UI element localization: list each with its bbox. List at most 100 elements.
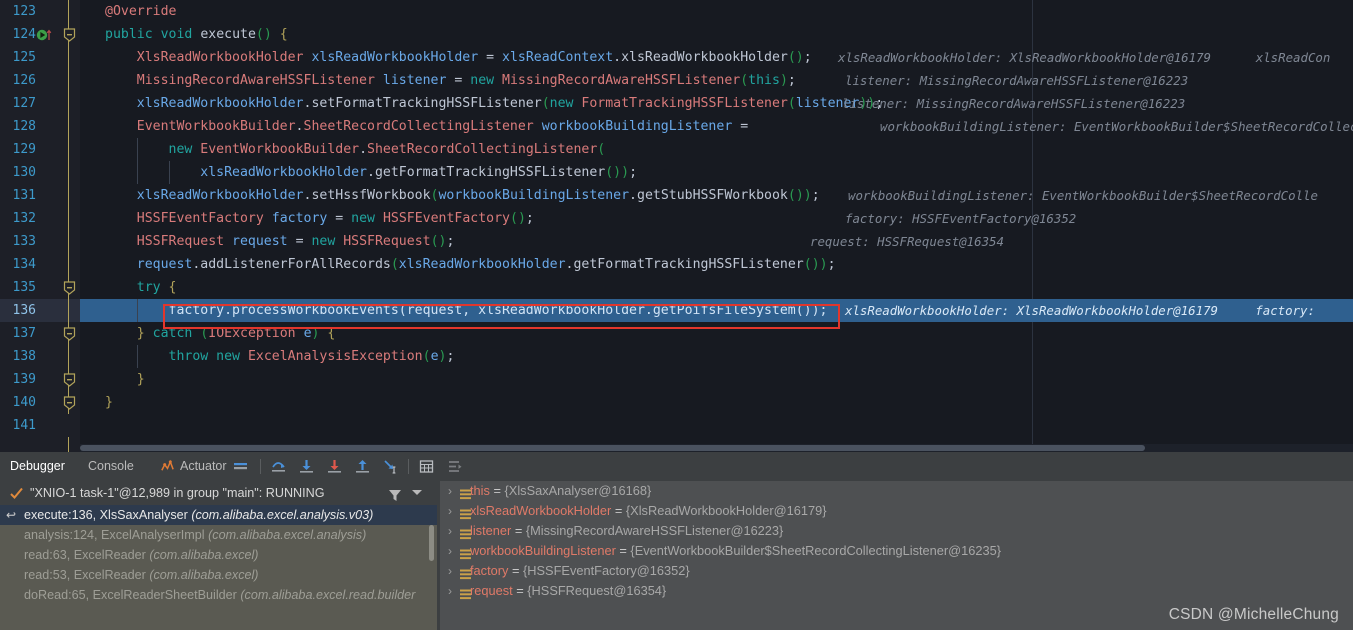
frame-list-item[interactable]: read:53, ExcelReader (com.alibaba.excel) [0,565,437,585]
code-line[interactable]: 135 try { [0,276,1353,299]
code-line[interactable]: 133 HSSFRequest request = new HSSFRequest… [0,230,1353,253]
chevron-right-icon[interactable]: › [448,541,452,561]
code-line[interactable]: 137} catch (IOException e) { [0,322,1353,345]
line-number: 129 [12,142,36,157]
editor-horizontal-scrollbar[interactable] [80,444,1353,452]
fold-collapse-icon[interactable] [63,396,76,410]
tab-actuator[interactable]: Actuator [180,452,227,481]
chevron-right-icon[interactable]: › [448,561,452,581]
variables-list[interactable]: › this = {XlsSaxAnalyser@16168} › xlsReadWo… [440,481,1353,601]
run-to-cursor-icon[interactable] [382,458,399,475]
code-line[interactable]: 131 xlsReadWorkbookHolder.setHssfWorkbook… [0,184,1353,207]
inline-debug-hint: request: HSSFRequest@16354 [810,234,1004,249]
show-execution-point-icon[interactable] [232,458,249,475]
code-text[interactable]: xlsReadWorkbookHolder.getFormatTrackingH… [200,161,637,184]
line-number: 125 [12,50,36,65]
chevron-right-icon[interactable]: › [448,581,452,601]
code-line[interactable]: 140} [0,391,1353,414]
code-text[interactable]: request.addListenerForAllRecords(xlsRead… [137,253,836,276]
code-line[interactable]: 130 xlsReadWorkbookHolder.getFormatTracki… [0,161,1353,184]
code-line[interactable]: 132 HSSFEventFactory factory = new HSSFEv… [0,207,1353,230]
frame-package: (com.alibaba.excel.analysis) [208,528,367,542]
object-value-icon [460,586,471,600]
code-text[interactable]: xlsReadWorkbookHolder.setFormatTrackingH… [137,92,883,115]
variable-row[interactable]: › listener = {MissingRecordAwareHSSFListe… [440,521,1353,541]
frame-list-item[interactable]: analysis:124, ExcelAnalyserImpl (com.ali… [0,525,437,545]
chevron-right-icon[interactable]: › [448,481,452,501]
code-text[interactable]: @Override [105,0,176,23]
funnel-icon[interactable] [388,486,402,501]
chevron-right-icon[interactable]: › [448,501,452,521]
code-line[interactable]: 123 @Override [0,0,1353,23]
indent-guide [168,161,170,184]
frames-scrollbar-thumb[interactable] [429,525,434,561]
fold-collapse-icon[interactable] [63,281,76,295]
code-text[interactable]: new EventWorkbookBuilder.SheetRecordColl… [169,138,606,161]
thread-selector[interactable]: "XNIO-1 task-1"@12,989 in group "main": … [0,481,437,505]
code-text[interactable]: MissingRecordAwareHSSFListener listener … [137,69,796,92]
code-text[interactable]: EventWorkbookBuilder.SheetRecordCollecti… [137,115,748,138]
line-number: 141 [12,418,36,433]
code-text[interactable]: XlsReadWorkbookHolder xlsReadWorkbookHol… [137,46,812,69]
frame-list-item[interactable]: doRead:65, ExcelReaderSheetBuilder (com.… [0,585,437,605]
fold-collapse-icon[interactable] [63,327,76,341]
code-text[interactable]: } [105,391,113,414]
frame-list-item[interactable]: read:63, ExcelReader (com.alibaba.excel) [0,545,437,565]
object-value-icon [460,526,471,540]
fold-collapse-icon[interactable] [63,373,76,387]
force-step-into-icon[interactable] [326,458,343,475]
code-line[interactable]: 125 XlsReadWorkbookHolder xlsReadWorkbook… [0,46,1353,69]
mute-breakpoints-icon[interactable] [446,458,463,475]
code-text[interactable]: } catch (IOException e) { [137,322,336,345]
code-text[interactable]: public void execute() { [105,23,288,46]
code-text[interactable]: factory.processWorkbookEvents(request, x… [169,299,828,322]
code-line[interactable]: 138 throw new ExcelAnalysisException(e); [0,345,1353,368]
code-line[interactable]: 127 xlsReadWorkbookHolder.setFormatTracki… [0,92,1353,115]
tab-console[interactable]: Console [88,452,134,481]
code-text[interactable]: } [137,368,145,391]
variable-row[interactable]: › workbookBuildingListener = {EventWorkbo… [440,541,1353,561]
step-out-icon[interactable] [354,458,371,475]
code-line[interactable]: 139} [0,368,1353,391]
code-line[interactable]: 141 [0,414,1353,437]
code-text[interactable]: try { [137,276,177,299]
code-text[interactable]: HSSFEventFactory factory = new HSSFEvent… [137,207,534,230]
code-line[interactable]: 128 EventWorkbookBuilder.SheetRecordColle… [0,115,1353,138]
object-value-icon [460,566,471,580]
code-line-current[interactable]: 136 factory.processWorkbookEvents(request… [0,299,1353,322]
code-text[interactable]: throw new ExcelAnalysisException(e); [169,345,455,368]
frame-list-item[interactable]: ↩ execute:136, XlsSaxAnalyser (com.alibab… [0,505,437,525]
line-number: 138 [12,349,36,364]
variable-row[interactable]: › request = {HSSFRequest@16354} [440,581,1353,601]
chevron-down-icon[interactable] [412,490,422,495]
variable-row[interactable]: › xlsReadWorkbookHolder = {XlsReadWorkboo… [440,501,1353,521]
code-line[interactable]: 134 request.addListenerForAllRecords(xlsR… [0,253,1353,276]
code-line[interactable]: 126 MissingRecordAwareHSSFListener listen… [0,69,1353,92]
tab-debugger[interactable]: Debugger [10,452,65,483]
line-number: 136 [12,303,36,318]
code-text[interactable]: HSSFRequest request = new HSSFRequest(); [137,230,455,253]
frame-list[interactable]: ↩ execute:136, XlsSaxAnalyser (com.alibab… [0,505,437,605]
variable-row[interactable]: › this = {XlsSaxAnalyser@16168} [440,481,1353,501]
scrollbar-thumb[interactable] [80,445,1145,451]
variable-value: {XlsReadWorkbookHolder@16179} [625,503,827,518]
frame-label: execute:136, XlsSaxAnalyser [24,508,192,522]
fold-rail-segment [68,138,69,161]
evaluate-expression-icon[interactable] [418,458,435,475]
run-gutter-icon[interactable] [36,27,58,42]
variable-row[interactable]: › factory = {HSSFEventFactory@16352} [440,561,1353,581]
step-over-icon[interactable] [270,458,287,475]
code-editor[interactable]: 123 @Override 124 public void execute() {12… [0,0,1353,452]
code-lines: 123 @Override 124 public void execute() {12… [0,0,1353,437]
variable-name: workbookBuildingListener [470,543,616,558]
fold-collapse-icon[interactable] [63,28,76,42]
step-into-icon[interactable] [298,458,315,475]
frames-panel[interactable]: "XNIO-1 task-1"@12,989 in group "main": … [0,481,437,630]
variable-equals: = [615,543,631,558]
chevron-right-icon[interactable]: › [448,521,452,541]
code-text[interactable]: xlsReadWorkbookHolder.setHssfWorkbook(wo… [137,184,820,207]
ide-window: 123 @Override 124 public void execute() {12… [0,0,1353,630]
code-line[interactable]: 129 new EventWorkbookBuilder.SheetRecordC… [0,138,1353,161]
toolbar-separator-2 [408,459,409,474]
code-line[interactable]: 124 public void execute() { [0,23,1353,46]
